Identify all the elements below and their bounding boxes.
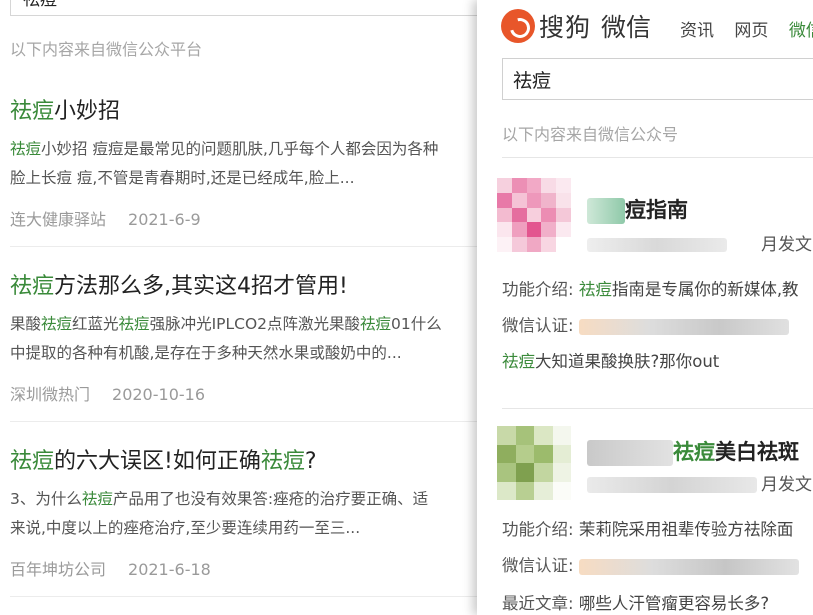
divider: [10, 596, 485, 597]
redacted-block: [587, 440, 673, 466]
result-meta: 深圳微热门 2020-10-16: [10, 381, 485, 405]
result-date: 2021-6-18: [128, 560, 211, 579]
top-nav: 资讯 网页 微信: [680, 16, 813, 41]
divider: [502, 157, 813, 158]
wechat-certification: 微信认证:: [502, 312, 789, 336]
list-item[interactable]: 祛痘方法那么多,其实这4招才管用! 果酸祛痘红蓝光祛痘强脉冲光IPLCO2点阵激…: [10, 268, 485, 405]
redacted-block: [587, 198, 625, 224]
intro-text: 指南是专属你的新媒体,教: [611, 280, 799, 299]
source-note: 以下内容来自微信公众号: [502, 125, 679, 144]
logo-text: 搜狗: [539, 13, 592, 42]
recent-article-text: 哪些人汗管瘤更容易长多?: [578, 594, 770, 613]
left-results-window: 祛痘 以下内容来自微信公众平台 祛痘小妙招 祛痘小妙招 痘痘是最常见的问题肌肤,…: [0, 0, 485, 615]
snippet-text: 小妙招 痘痘是最常见的问题肌肤,几乎每个人都会因为各种: [41, 140, 439, 158]
avatar[interactable]: [497, 426, 571, 500]
result-snippet: 果酸祛痘红蓝光祛痘强脉冲光IPLCO2点阵激光果酸祛痘01什么 中提取的各种有机酸…: [10, 310, 485, 368]
redacted-block: [587, 476, 757, 493]
sogou-logo-icon: [501, 9, 535, 43]
keyword-highlight: 祛痘: [10, 140, 42, 158]
cert-label: 微信认证:: [502, 556, 574, 575]
result-source[interactable]: 深圳微热门: [10, 385, 90, 404]
function-intro: 功能介绍: 祛痘指南是专属你的新媒体,教: [502, 276, 799, 300]
function-intro: 功能介绍: 茉莉院采用祖辈传验方祛除面: [502, 516, 793, 540]
result-snippet: 祛痘小妙招 痘痘是最常见的问题肌肤,几乎每个人都会因为各种脸上长痘 痘,不管是青…: [10, 135, 485, 193]
sogou-weixin-window: 搜狗 微信 资讯 网页 微信 祛痘 以下内容来自微信公众号 痘指南 月发文 功能…: [477, 0, 813, 615]
result-source[interactable]: 连大健康驿站: [10, 210, 106, 229]
recent-label: 最近文章:: [502, 594, 574, 613]
title-text: 的六大误区!如何正确: [54, 449, 261, 474]
result-snippet: 3、为什么祛痘产品用了也没有效果答:痤疮的治疗要正确、适来说,中度以上的痤疮治疗…: [10, 485, 485, 543]
title-text: 方法那么多,其实这4招才管用!: [54, 274, 348, 299]
snippet-text: 脸上长痘 痘,不管是青春期时,还是已经成年,脸上...: [10, 169, 355, 187]
redacted-block: [578, 318, 789, 335]
divider: [10, 421, 485, 422]
recent-article-text: 大知道果酸换肤?那你out: [535, 352, 720, 371]
keyword-highlight: 祛痘: [260, 449, 305, 474]
avatar[interactable]: [497, 178, 571, 252]
result-meta: 连大健康驿站 2021-6-9: [10, 206, 485, 230]
account-name-text: 痘指南: [625, 198, 688, 222]
keyword-highlight: 祛痘: [10, 274, 55, 299]
keyword-highlight: 祛痘: [578, 280, 612, 299]
keyword-highlight: 祛痘: [81, 490, 113, 508]
keyword-highlight: 祛痘: [360, 315, 392, 333]
intro-label: 功能介绍:: [502, 280, 574, 299]
keyword-highlight: 祛痘: [673, 440, 715, 464]
result-title[interactable]: 祛痘小妙招: [10, 93, 485, 125]
redacted-block: [587, 237, 727, 252]
redacted-block: [578, 558, 799, 575]
title-text: ?: [304, 449, 317, 474]
account-id-redacted: [587, 234, 727, 253]
result-meta: 百年坤坊公司 2021-6-18: [10, 556, 485, 580]
title-text: 小妙招: [54, 99, 121, 124]
account-meta: 月发文: [761, 475, 812, 495]
snippet-text: 强脉冲光IPLCO2点阵激光果酸: [149, 315, 361, 333]
cert-label: 微信认证:: [502, 316, 574, 335]
sogou-logo[interactable]: 搜狗 微信: [501, 6, 651, 46]
keyword-highlight: 祛痘: [118, 315, 150, 333]
snippet-text: 来说,中度以上的痤疮治疗,至少要连续用药一至三...: [10, 519, 361, 537]
nav-item-news[interactable]: 资讯: [680, 21, 714, 41]
nav-item-web[interactable]: 网页: [734, 21, 768, 41]
account-name[interactable]: 痘指南: [587, 194, 688, 224]
intro-text: 茉莉院采用祖辈传验方祛除面: [578, 520, 794, 539]
snippet-text: 3、为什么: [10, 490, 82, 508]
result-date: 2021-6-9: [128, 210, 201, 229]
result-title[interactable]: 祛痘方法那么多,其实这4招才管用!: [10, 268, 485, 300]
keyword-highlight: 祛痘: [41, 315, 73, 333]
account-id-redacted: [587, 474, 757, 493]
account-name-text: 美白祛斑: [715, 440, 799, 464]
recent-article[interactable]: 祛痘大知道果酸换肤?那你out: [502, 348, 719, 372]
list-item[interactable]: 祛痘小妙招 祛痘小妙招 痘痘是最常见的问题肌肤,几乎每个人都会因为各种 脸上长痘 …: [10, 93, 485, 230]
snippet-text: 果酸: [10, 315, 42, 333]
keyword-highlight: 祛痘: [10, 449, 55, 474]
keyword-highlight: 祛痘: [10, 99, 55, 124]
list-item[interactable]: 祛痘的六大误区!如何正确祛痘? 3、为什么祛痘产品用了也没有效果答:痤疮的治疗要…: [10, 443, 485, 580]
logo-subtitle: 微信: [601, 13, 652, 42]
result-title[interactable]: 祛痘的六大误区!如何正确祛痘?: [10, 443, 485, 475]
snippet-text: 01什么: [391, 315, 442, 333]
account-name[interactable]: 祛痘美白祛斑: [587, 436, 799, 466]
source-note: 以下内容来自微信公众平台: [10, 40, 203, 59]
intro-label: 功能介绍:: [502, 520, 574, 539]
divider: [502, 408, 813, 409]
account-meta: 月发文: [761, 235, 812, 255]
recent-article[interactable]: 最近文章: 哪些人汗管瘤更容易长多?: [502, 590, 769, 614]
result-date: 2020-10-16: [112, 385, 205, 404]
search-input[interactable]: 祛痘: [10, 0, 480, 16]
snippet-text: 产品用了也没有效果答:痤疮的治疗要正确、适: [112, 490, 429, 508]
snippet-text: 中提取的各种有机酸,是存在于多种天然水果或酸奶中的...: [10, 344, 402, 362]
divider: [10, 246, 485, 247]
wechat-certification: 微信认证:: [502, 552, 799, 576]
result-source[interactable]: 百年坤坊公司: [10, 560, 106, 579]
nav-item-weixin[interactable]: 微信: [789, 21, 813, 41]
keyword-highlight: 祛痘: [502, 352, 535, 371]
snippet-text: 红蓝光: [72, 315, 119, 333]
search-input[interactable]: 祛痘: [502, 58, 813, 100]
